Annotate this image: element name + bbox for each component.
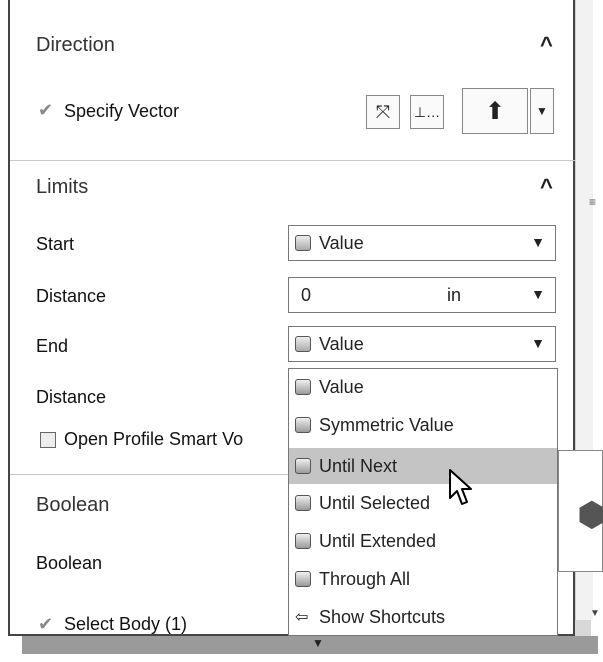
menu-item-until-extended[interactable]: Until Extended [289,526,557,556]
vector-dialog-icon: ⊥… [413,103,441,120]
end-dropdown[interactable]: Value ▼ [288,326,556,362]
chevron-down-icon: ▼ [536,104,548,118]
collapse-limits-icon[interactable]: ^ [540,174,553,200]
menu-item-label: Through All [319,568,411,589]
menu-item-label: Until Next [319,455,398,476]
start-dropdown-value: Value [319,232,364,253]
menu-item-label: Show Shortcuts [319,606,446,627]
checkmark-icon: ✔ [38,614,54,634]
menu-item-label: Symmetric Value [319,414,454,435]
menu-item-value[interactable]: Value [289,372,557,402]
section-divider [10,160,575,161]
distance-input-value: 0 [301,284,312,305]
menu-more-arrow-icon[interactable]: ▼ [312,636,324,650]
end-dropdown-menu: Value Symmetric Value Until Next Until S… [288,368,558,636]
menu-item-symmetric-value[interactable]: Symmetric Value [289,410,557,440]
direction-section-title[interactable]: Direction [36,34,115,57]
inferred-vector-button[interactable]: ⬆ [462,88,528,134]
menu-item-until-selected[interactable]: Until Selected [289,488,557,518]
boolean-section-title[interactable]: Boolean [36,494,109,517]
symmetric-value-icon [295,417,311,433]
open-profile-label[interactable]: Open Profile Smart Vo [64,429,288,450]
vector-options-dropdown[interactable]: ▼ [530,88,554,134]
scroll-down-arrow[interactable]: ▼ [590,608,600,619]
panel-shadow-bottom [22,636,598,654]
section-divider [10,474,288,475]
distance-label: Distance [36,286,107,306]
chevron-down-icon: ▼ [531,234,545,250]
chevron-down-icon: ▼ [531,335,545,351]
chevron-down-icon: ▼ [531,286,545,302]
value-icon [295,379,311,395]
value-icon [295,235,311,251]
until-next-large-icon: ⬢ [577,496,603,534]
end-label: End [36,336,69,356]
distance-input[interactable]: 0 in ▼ [288,277,556,313]
inferred-vector-icon: ⬆ [484,97,506,125]
limits-section-title[interactable]: Limits [36,176,88,199]
end-dropdown-value: Value [319,333,364,354]
shortcut-preview-popup: ⬢ [558,450,603,572]
distance-unit: in [447,284,462,305]
value-icon [295,336,311,352]
through-all-icon [295,571,311,587]
scrollbar-grip-icon[interactable]: ≡ [589,195,596,209]
distance-label-2: Distance [36,387,107,407]
until-extended-icon [295,533,311,549]
boolean-label: Boolean [36,553,103,573]
open-profile-checkbox[interactable] [40,432,56,448]
specify-vector-label[interactable]: Specify Vector [64,101,179,122]
collapse-direction-icon[interactable]: ^ [540,32,553,58]
menu-item-until-next[interactable]: Until Next [289,448,557,484]
menu-item-label: Until Extended [319,530,437,551]
vector-dialog-button[interactable]: ⊥… [410,95,444,129]
until-selected-icon [295,495,311,511]
start-dropdown[interactable]: Value ▼ [288,225,556,261]
mouse-cursor-icon [449,469,472,505]
menu-item-label: Until Selected [319,492,431,513]
menu-item-through-all[interactable]: Through All [289,564,557,594]
reverse-direction-icon: ⤧ [375,101,391,122]
show-shortcuts-icon: ⇦ [295,609,309,626]
checkmark-icon: ✔ [38,100,54,120]
select-body-label[interactable]: Select Body (1) [64,614,187,634]
until-next-icon [295,458,311,474]
start-label: Start [36,234,75,254]
reverse-direction-button[interactable]: ⤧ [366,95,400,129]
menu-item-show-shortcuts[interactable]: ⇦ Show Shortcuts [289,602,557,632]
menu-item-label: Value [319,376,364,397]
